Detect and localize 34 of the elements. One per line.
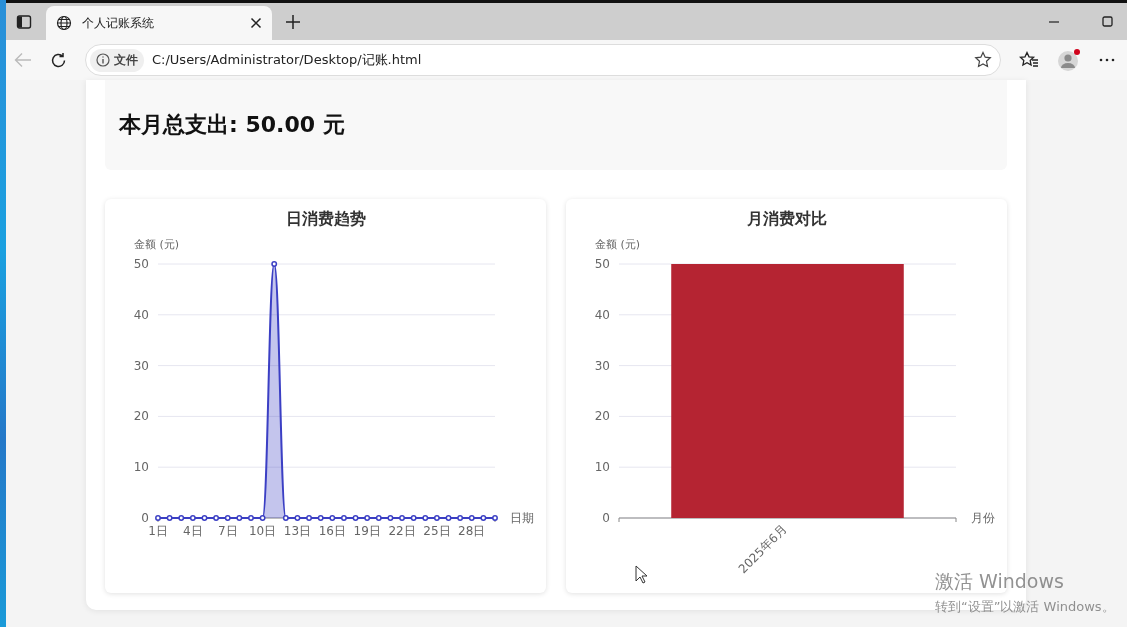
- y-tick-label: 30: [594, 358, 610, 373]
- x-tick-label: 1日: [148, 524, 168, 538]
- y-tick-label: 0: [141, 511, 149, 525]
- x-axis-label: 日期: [510, 511, 534, 525]
- y-tick-label: 50: [133, 257, 149, 271]
- security-label: 文件: [114, 51, 138, 69]
- x-tick-label: 13日: [283, 524, 312, 538]
- x-tick-label: 10日: [248, 524, 277, 538]
- y-tick-label: 50: [594, 257, 610, 271]
- y-tick-label: 10: [594, 460, 610, 475]
- y-axis-label: 金额 (元): [595, 239, 641, 251]
- url-text: C:/Users/Administrator/Desktop/记账.html: [152, 51, 422, 69]
- x-tick-label: 19日: [353, 524, 381, 538]
- x-tick-label: 16日: [318, 524, 346, 538]
- x-tick-label: 22日: [388, 524, 416, 538]
- chart-title: 月消费对比: [745, 209, 828, 230]
- y-tick-label: 30: [133, 358, 149, 373]
- x-tick-label: 28日: [458, 524, 486, 538]
- y-tick-label: 20: [594, 409, 610, 424]
- activation-notice-title: 激活 Windows: [935, 569, 1065, 594]
- y-tick-label: 0: [602, 511, 610, 525]
- x-tick-label: 25日: [423, 524, 451, 538]
- y-axis-label: 金额 (元): [134, 239, 180, 251]
- activation-notice-text: 转到“设置”以激活 Windows。: [935, 598, 1115, 616]
- y-tick-label: 40: [133, 307, 149, 322]
- x-axis-label: 月份: [971, 511, 995, 525]
- y-tick-label: 10: [133, 460, 149, 475]
- y-tick-label: 20: [133, 409, 149, 424]
- x-tick-label: 4日: [183, 524, 203, 538]
- monthly-total: 本月总支出: 50.00 元: [119, 111, 345, 139]
- chart-title: 日消费趋势: [284, 209, 367, 230]
- y-tick-label: 40: [594, 307, 610, 322]
- tab-title: 个人记账系统: [82, 14, 155, 32]
- x-tick-label: 7日: [217, 524, 238, 538]
